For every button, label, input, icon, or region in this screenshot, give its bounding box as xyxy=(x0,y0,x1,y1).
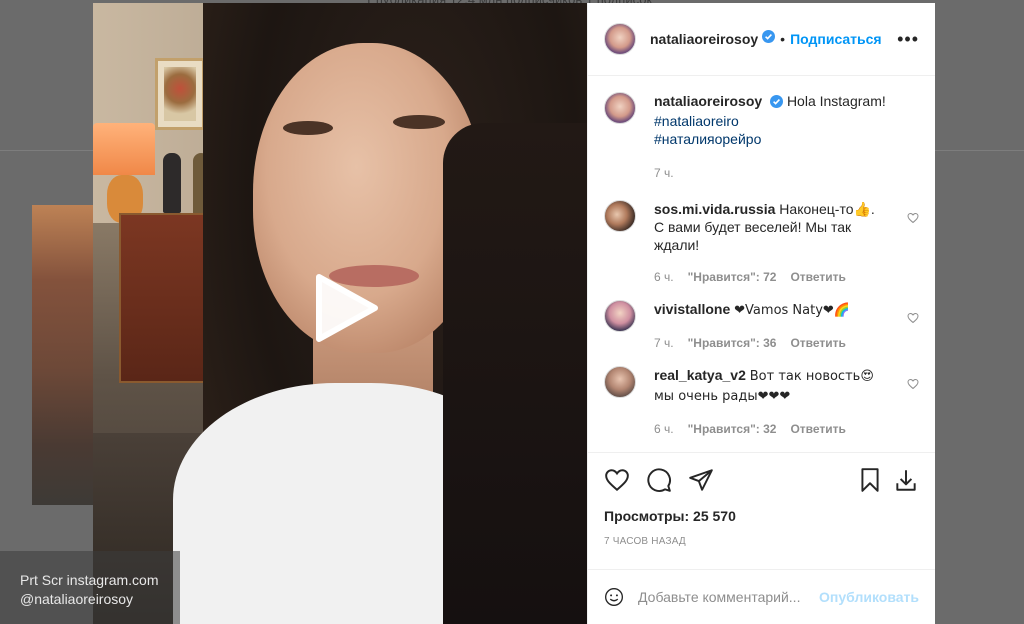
like-comment-heart-icon[interactable] xyxy=(907,212,919,224)
video-subject-hair-front xyxy=(443,123,587,624)
reply-button[interactable]: Ответить xyxy=(790,334,845,352)
separator-dot: • xyxy=(780,31,786,47)
video-subject-eye xyxy=(283,121,333,135)
comments-list[interactable]: nataliaoreirosoy Hola Instagram! #natali… xyxy=(588,76,935,452)
comment-likes[interactable]: "Нравится": 36 xyxy=(688,334,777,352)
comment-meta: 6 ч. "Нравится": 72 Ответить xyxy=(654,268,886,286)
post-caption: nataliaoreirosoy Hola Instagram! #natali… xyxy=(604,92,919,182)
comment-meta: 6 ч. "Нравится": 32 Ответить xyxy=(654,420,886,438)
video-player[interactable] xyxy=(93,3,587,624)
avatar[interactable] xyxy=(604,23,636,55)
comment-username[interactable]: real_katya_v2 xyxy=(654,367,746,383)
add-comment-bar: Опубликовать xyxy=(588,569,935,624)
comment-username[interactable]: vivistallone xyxy=(654,301,730,317)
post-author-username[interactable]: nataliaoreirosoy xyxy=(650,31,758,47)
caption-username[interactable]: nataliaoreirosoy xyxy=(654,93,762,109)
play-button[interactable] xyxy=(311,273,381,343)
post-sidebar: nataliaoreirosoy • Подписаться ••• natal… xyxy=(587,3,935,624)
comment-item: vivistallone ❤Vamos Naty❤🌈 7 ч. "Нравитс… xyxy=(604,300,919,352)
like-comment-heart-icon[interactable] xyxy=(907,312,919,324)
reply-button[interactable]: Ответить xyxy=(790,420,845,438)
comment-time[interactable]: 6 ч. xyxy=(654,268,674,286)
post-actions-bar xyxy=(588,452,935,506)
video-wall-painting xyxy=(155,58,205,130)
hashtag-link[interactable]: #наталияорейро xyxy=(654,130,886,148)
emoji-smiley-icon[interactable] xyxy=(604,584,624,610)
download-icon[interactable] xyxy=(893,467,919,493)
caption-time: 7 ч. xyxy=(654,166,674,180)
verified-badge-icon xyxy=(770,94,784,112)
comment-item: sos.mi.vida.russia Наконец-то👍. С вами б… xyxy=(604,200,919,286)
video-figurine xyxy=(163,153,181,213)
publish-comment-button[interactable]: Опубликовать xyxy=(819,589,919,605)
post-header: nataliaoreirosoy • Подписаться ••• xyxy=(588,3,935,76)
more-options-icon[interactable]: ••• xyxy=(897,29,919,50)
comment-username[interactable]: sos.mi.vida.russia xyxy=(654,201,775,217)
like-heart-icon[interactable] xyxy=(604,467,630,493)
comment-likes[interactable]: "Нравится": 72 xyxy=(688,268,777,286)
post-timestamp: 7 ЧАСОВ НАЗАД xyxy=(604,536,686,547)
comment-meta: 7 ч. "Нравится": 36 Ответить xyxy=(654,334,886,352)
comment-bubble-icon[interactable] xyxy=(646,467,672,493)
save-bookmark-icon[interactable] xyxy=(857,467,883,493)
video-lamp xyxy=(93,123,155,175)
reply-button[interactable]: Ответить xyxy=(790,268,845,286)
watermark-line: @nataliaoreirosoy xyxy=(20,591,134,607)
caption-text: Hola Instagram! xyxy=(786,93,886,109)
share-paper-plane-icon[interactable] xyxy=(688,467,714,493)
views-count[interactable]: Просмотры: 25 570 xyxy=(588,508,935,524)
comment-likes[interactable]: "Нравится": 32 xyxy=(688,420,777,438)
comment-time[interactable]: 6 ч. xyxy=(654,420,674,438)
like-comment-heart-icon[interactable] xyxy=(907,378,919,390)
screenshot-watermark: Prt Scr instagram.com @nataliaoreirosoy xyxy=(0,551,180,624)
comment-text: ❤Vamos Naty❤🌈 xyxy=(734,303,850,318)
avatar[interactable] xyxy=(604,300,636,332)
avatar[interactable] xyxy=(604,366,636,398)
post-modal: nataliaoreirosoy • Подписаться ••• natal… xyxy=(93,3,935,624)
comment-input[interactable] xyxy=(638,589,820,605)
hashtag-link[interactable]: #nataliaoreiro xyxy=(654,112,886,130)
follow-button[interactable]: Подписаться xyxy=(790,31,882,47)
comment-item: real_katya_v2 Вот так новость😍 мы очень … xyxy=(604,366,919,438)
avatar[interactable] xyxy=(604,92,636,124)
play-icon xyxy=(316,274,378,342)
avatar[interactable] xyxy=(604,200,636,232)
watermark-line: Prt Scr instagram.com xyxy=(20,572,159,588)
background-post-thumbnail[interactable] xyxy=(32,205,94,505)
video-subject-eye xyxy=(393,115,445,129)
comment-time[interactable]: 7 ч. xyxy=(654,334,674,352)
verified-badge-icon xyxy=(762,30,776,48)
